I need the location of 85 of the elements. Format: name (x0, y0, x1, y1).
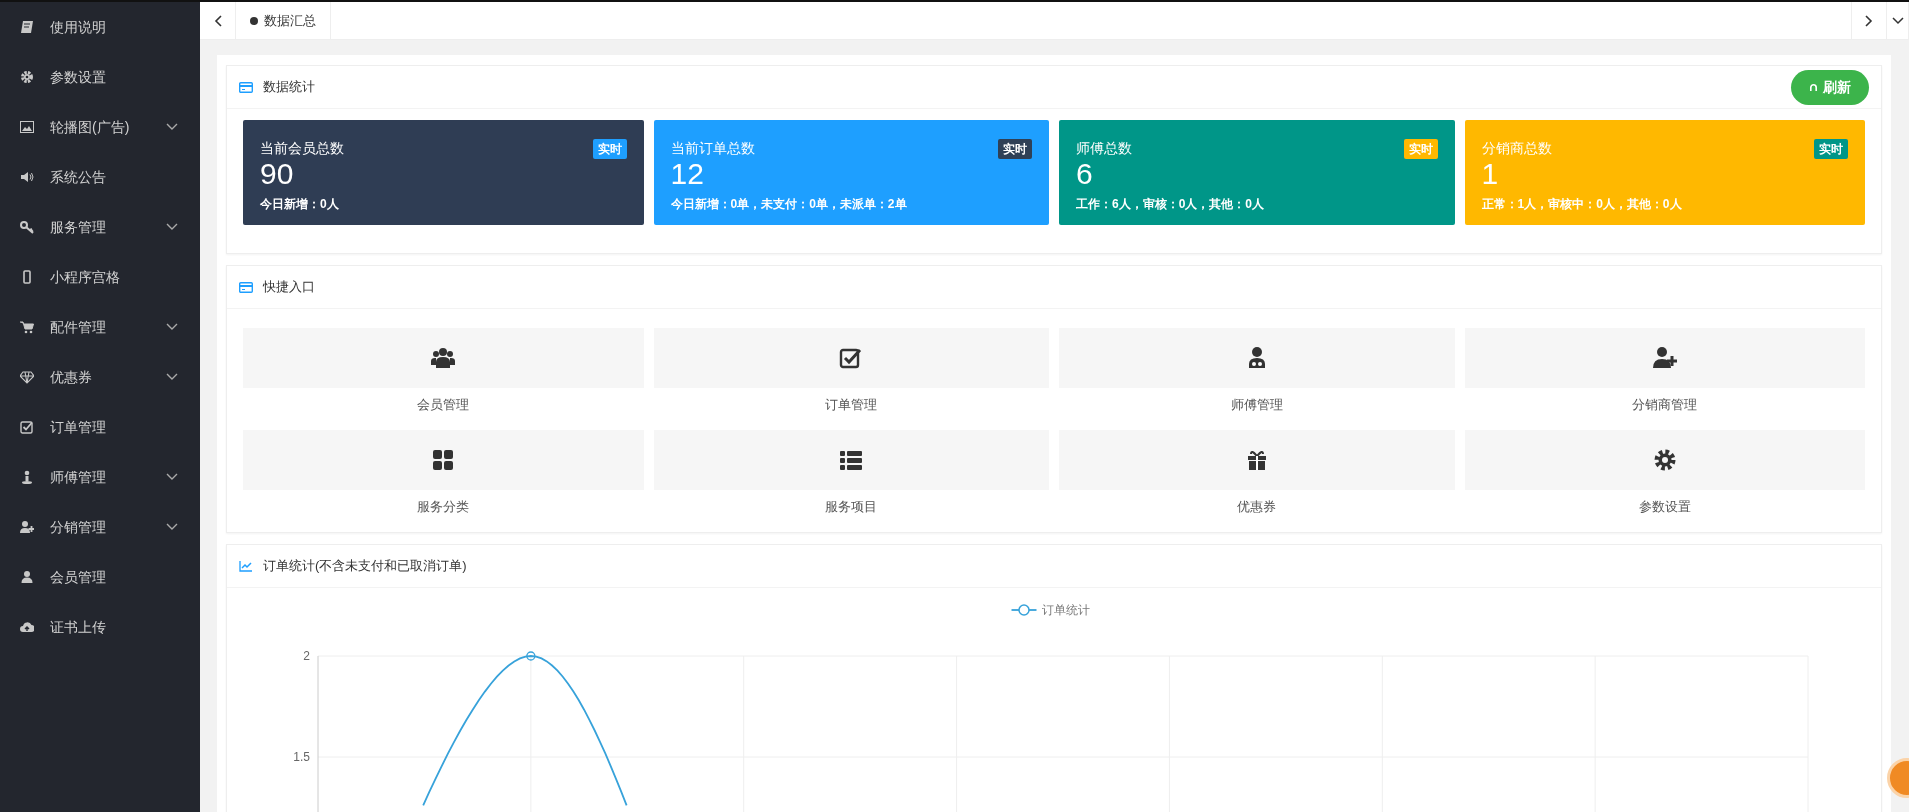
shortcut-label: 服务分类 (416, 498, 471, 516)
checkbox-icon (839, 346, 864, 370)
shortcut-tile[interactable] (1059, 430, 1455, 490)
users-icon (431, 346, 456, 370)
user-plus-icon (1652, 346, 1677, 370)
image-icon (20, 120, 34, 134)
scroll-right-button[interactable] (1851, 2, 1887, 39)
stat-title: 当前订单总数 (670, 139, 755, 158)
stat-title: 师傅总数 (1076, 139, 1132, 158)
grid-icon (431, 448, 456, 472)
chevron-down-icon (166, 323, 178, 331)
sidebar-item[interactable]: 小程序宫格 (0, 252, 200, 302)
sidebar-item[interactable]: 证书上传 (0, 602, 200, 652)
shortcut-tile[interactable] (243, 430, 644, 490)
panel-title: 数据统计 (263, 78, 315, 97)
panel-title: 快捷入口 (263, 278, 315, 297)
line-chart-icon (239, 560, 253, 572)
cloud-upload-icon (20, 620, 34, 634)
card-icon (239, 81, 253, 93)
shortcut-label: 服务项目 (824, 498, 879, 516)
panel-title: 订单统计(不含未支付和已取消订单) (263, 557, 467, 576)
gear-icon (1652, 448, 1677, 472)
checkbox-icon (20, 420, 34, 434)
sidebar-item[interactable]: 参数设置 (0, 52, 200, 102)
refresh-icon (1809, 82, 1818, 92)
realtime-badge: 实时 (998, 139, 1032, 159)
realtime-badge: 实时 (1814, 139, 1848, 159)
chevron-down-icon (166, 373, 178, 381)
chevron-down-icon (166, 523, 178, 531)
stat-detail: 今日新增：0人 (260, 196, 340, 213)
sidebar-item[interactable]: 服务管理 (0, 202, 200, 252)
shortcut-tile[interactable] (653, 430, 1049, 490)
sidebar-item[interactable]: 使用说明 (0, 2, 200, 52)
stat-detail: 正常：1人，审核中：0人，其他：0人 (1481, 196, 1683, 213)
stat-detail: 工作：6人，审核：0人，其他：0人 (1076, 196, 1266, 213)
diamond-icon (20, 370, 34, 384)
shortcut-label: 优惠券 (1236, 498, 1278, 516)
stat-title: 当前会员总数 (260, 139, 344, 158)
sidebar-item[interactable]: 系统公告 (0, 152, 200, 202)
stat-value: 6 (1076, 159, 1094, 189)
chevron-left-icon (213, 14, 222, 27)
shortcut-label: 订单管理 (824, 396, 879, 414)
shortcut-label: 师傅管理 (1229, 396, 1284, 414)
key-icon (20, 220, 34, 234)
sidebar-item[interactable]: 配件管理 (0, 302, 200, 352)
shortcut-tile[interactable] (1464, 430, 1865, 490)
realtime-badge: 实时 (592, 139, 627, 159)
shortcut-tile[interactable] (653, 328, 1049, 388)
sidebar-item[interactable]: 订单管理 (0, 402, 200, 452)
sidebar-item[interactable]: 师傅管理 (0, 452, 200, 502)
book-icon (20, 20, 34, 34)
y-tick-label: 1.5 (293, 750, 310, 764)
shortcut-tile[interactable] (1059, 328, 1455, 388)
sidebar-item[interactable]: 优惠券 (0, 352, 200, 402)
chevron-down-icon (166, 223, 178, 231)
chevron-down-icon (1891, 16, 1904, 25)
sidebar-item[interactable]: 分销管理 (0, 502, 200, 552)
chevron-down-icon (166, 473, 178, 481)
stat-detail: 今日新增：0单，未支付：0单，未派单：2单 (670, 196, 908, 213)
user-icon (20, 570, 34, 584)
gear-icon (20, 70, 34, 84)
realtime-badge: 实时 (1403, 139, 1438, 159)
list-icon (839, 448, 864, 472)
sidebar-item[interactable]: 轮播图(广告) (0, 102, 200, 152)
shortcut-tile[interactable] (1464, 328, 1865, 388)
shortcut-label: 会员管理 (416, 396, 471, 414)
person-icon (20, 470, 34, 484)
chevron-down-icon (166, 123, 178, 131)
shortcut-label: 分销商管理 (1631, 396, 1699, 414)
stat-value: 12 (670, 159, 705, 189)
chevron-right-icon (1865, 14, 1873, 27)
speaker-icon (20, 170, 34, 184)
legend-label[interactable]: 订单统计 (1041, 603, 1090, 617)
user-plus-icon (20, 520, 34, 534)
shortcut-label: 参数设置 (1637, 498, 1692, 516)
y-tick-label: 2 (303, 649, 310, 663)
stat-title: 分销商总数 (1481, 139, 1552, 158)
stat-value: 1 (1481, 159, 1500, 189)
stat-value: 90 (260, 159, 295, 189)
phone-icon (20, 270, 34, 284)
card-icon (239, 281, 253, 293)
shortcut-tile[interactable] (243, 328, 644, 388)
cart-icon (20, 320, 34, 334)
legend-marker-icon (1010, 604, 1038, 616)
sidebar-item[interactable]: 会员管理 (0, 552, 200, 602)
